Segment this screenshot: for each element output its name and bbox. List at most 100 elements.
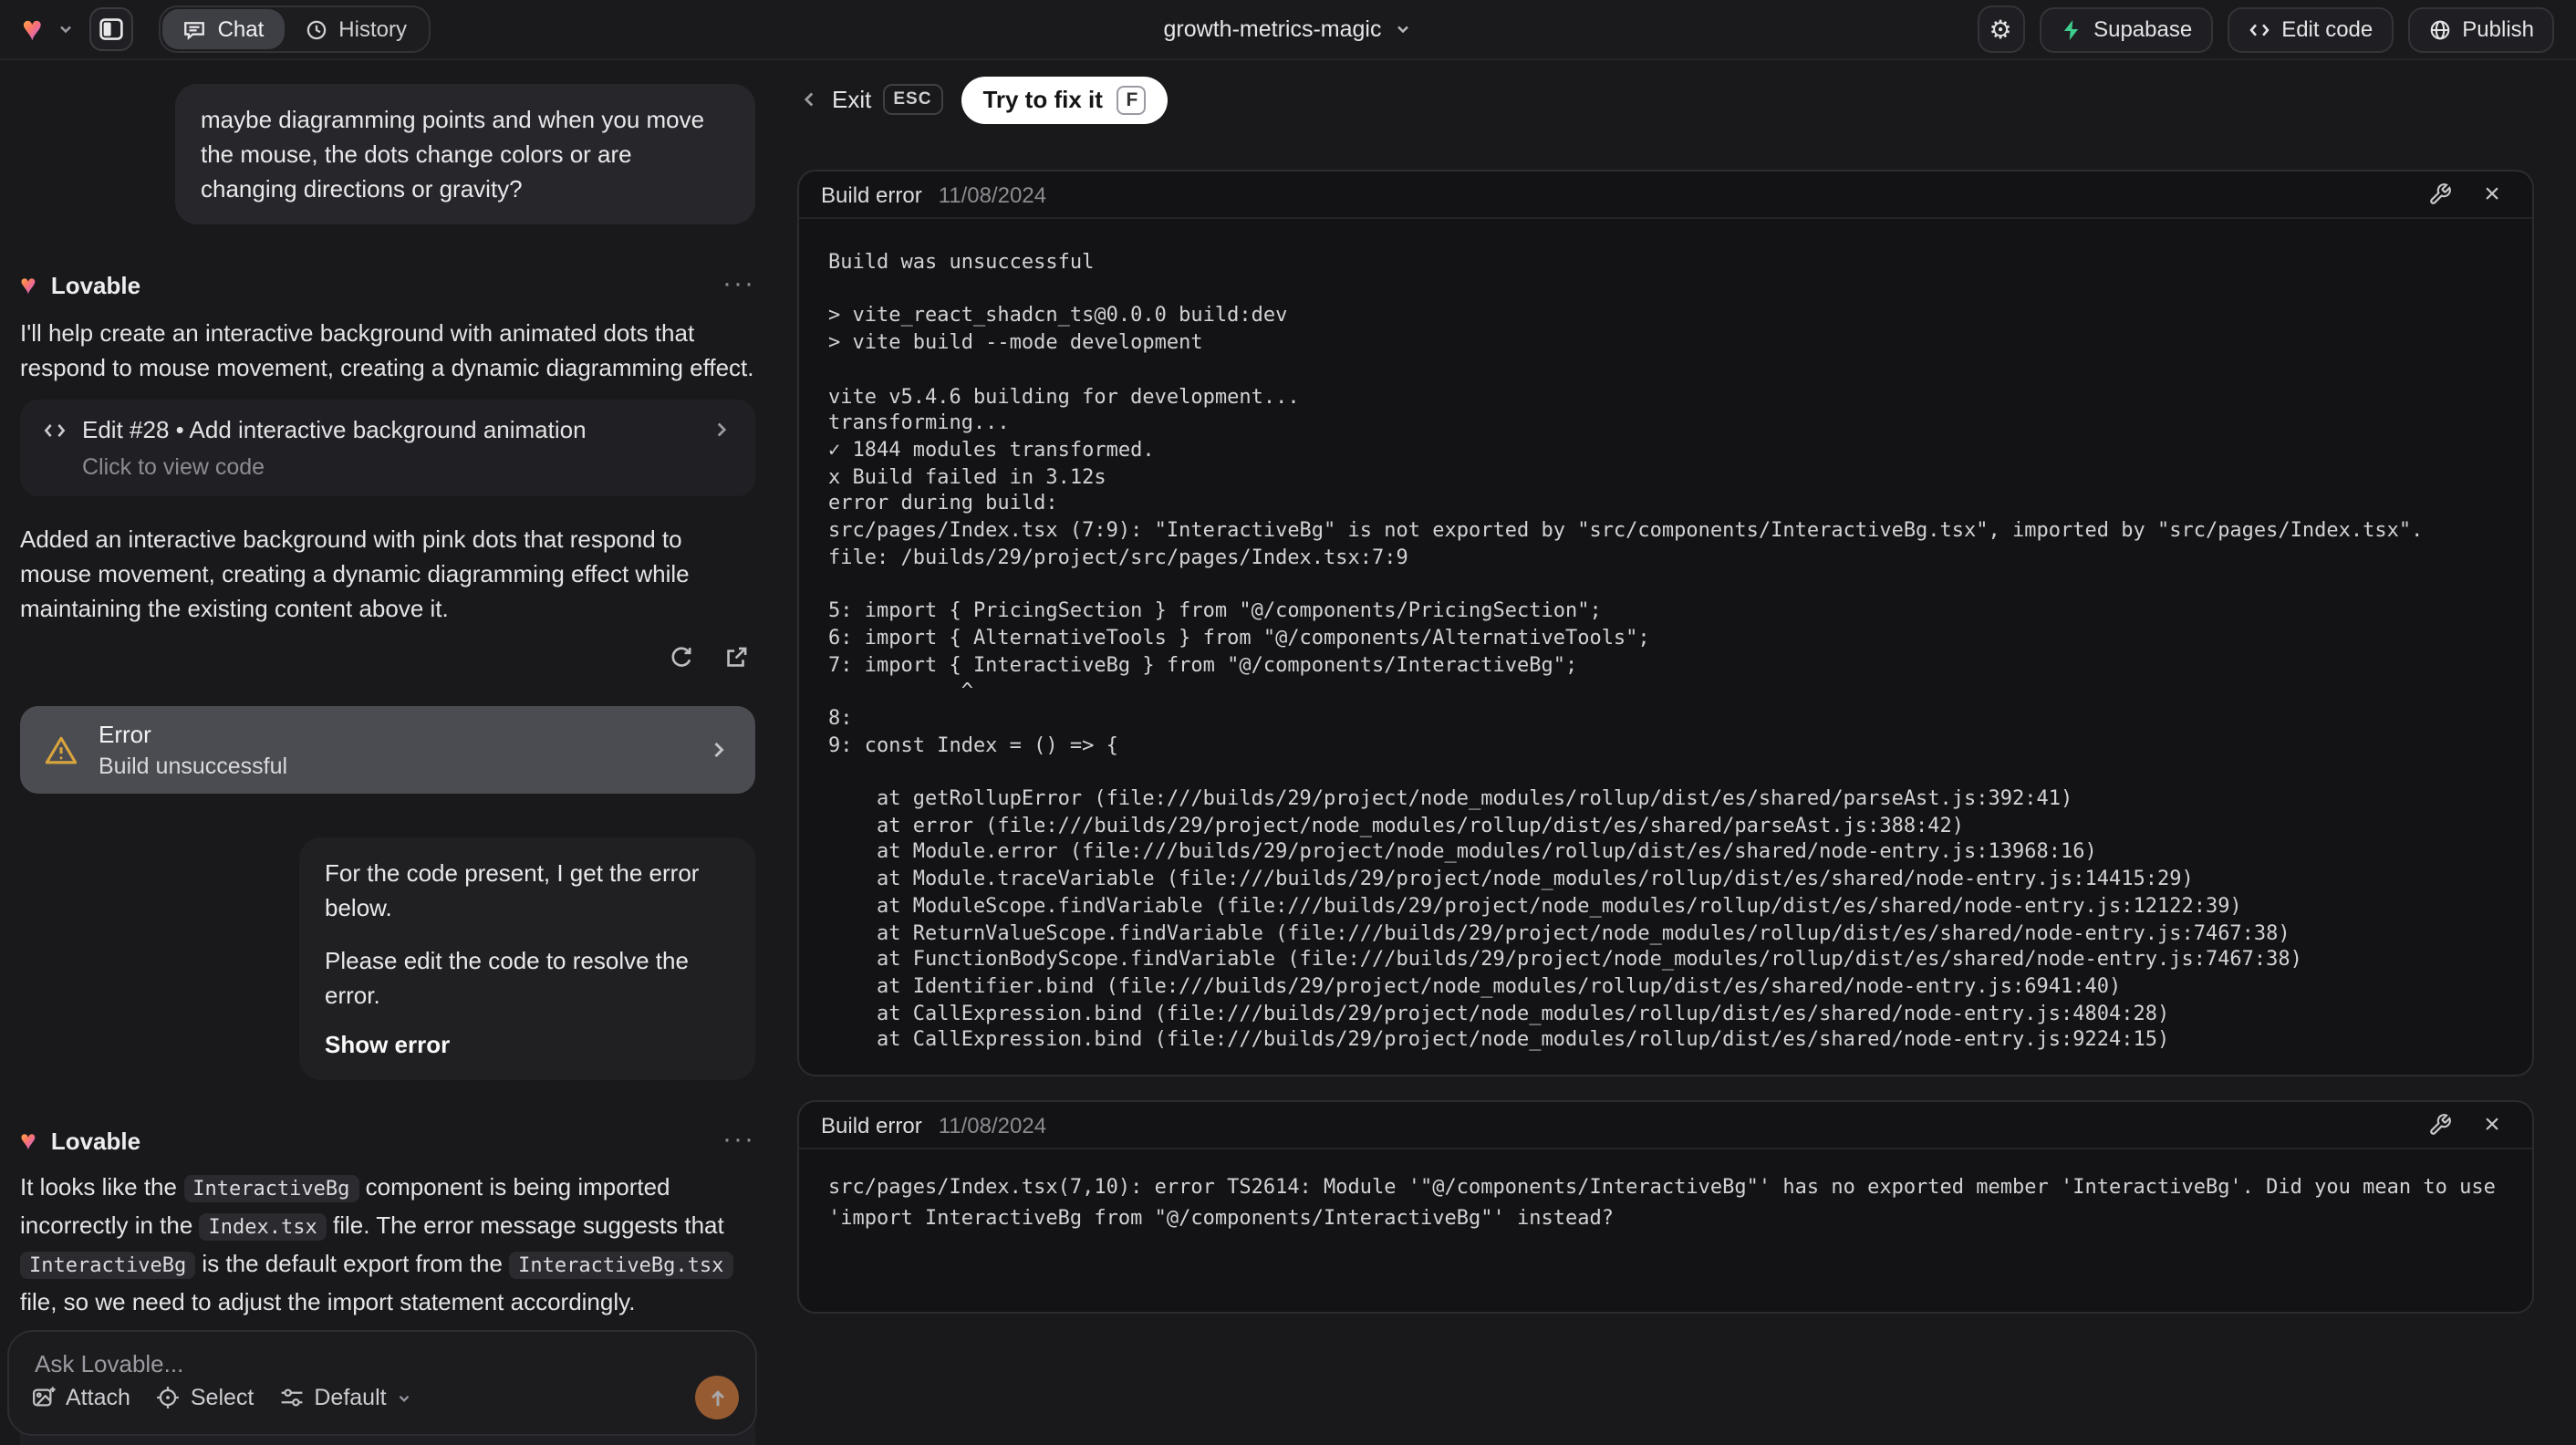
project-chevron-down-icon bbox=[1394, 20, 1412, 38]
app-window: ♥ Chat History growth-metrics-magic ⚙ Su… bbox=[0, 0, 2576, 1445]
assistant-name: Lovable bbox=[50, 1127, 141, 1154]
f-key-badge: F bbox=[1117, 85, 1147, 114]
project-switcher[interactable]: growth-metrics-magic bbox=[1164, 16, 1413, 42]
panel-title: Build error bbox=[821, 182, 922, 207]
history-clock-icon bbox=[304, 17, 327, 41]
chevron-down-icon bbox=[396, 1389, 412, 1406]
assistant-message-header: ♥ Lovable ··· bbox=[20, 266, 755, 303]
arrow-up-icon bbox=[705, 1386, 729, 1409]
input-toolbar: Attach Select Default bbox=[31, 1376, 739, 1419]
project-name: growth-metrics-magic bbox=[1163, 16, 1382, 42]
sidebar-toggle-icon bbox=[99, 16, 125, 42]
fix-with-ai-button[interactable] bbox=[2421, 1107, 2457, 1143]
lovable-avatar-icon: ♥ bbox=[20, 269, 36, 300]
exit-label: Exit bbox=[832, 86, 872, 113]
assistant-paragraph: It looks like the InteractiveBg componen… bbox=[20, 1170, 755, 1321]
supabase-button[interactable]: Supabase bbox=[2039, 6, 2213, 52]
inline-code: InteractiveBg bbox=[20, 1252, 196, 1279]
restore-version-button[interactable] bbox=[660, 637, 701, 677]
gear-icon: ⚙ bbox=[1989, 14, 2012, 43]
select-label: Select bbox=[190, 1385, 254, 1410]
external-link-icon bbox=[722, 643, 749, 671]
open-preview-button[interactable] bbox=[715, 637, 755, 677]
refresh-icon bbox=[667, 643, 694, 671]
code-brackets-icon bbox=[42, 417, 68, 442]
publish-label: Publish bbox=[2462, 16, 2534, 42]
view-switcher: Chat History bbox=[159, 5, 431, 53]
close-panel-button[interactable]: × bbox=[2474, 176, 2510, 213]
build-log: Build was unsuccessful > vite_react_shad… bbox=[828, 250, 2424, 1052]
inline-code: InteractiveBg.tsx bbox=[509, 1252, 733, 1279]
message-menu-button[interactable]: ··· bbox=[722, 1126, 755, 1153]
close-panel-button[interactable]: × bbox=[2474, 1107, 2510, 1143]
attach-button[interactable]: Attach bbox=[31, 1385, 130, 1410]
panel-date: 11/08/2024 bbox=[938, 182, 1047, 207]
top-bar: ♥ Chat History growth-metrics-magic ⚙ Su… bbox=[0, 0, 2576, 60]
code-brackets-icon bbox=[2247, 17, 2270, 41]
wrench-icon bbox=[2427, 1113, 2451, 1137]
model-label: Default bbox=[314, 1385, 387, 1410]
attach-image-icon bbox=[31, 1385, 57, 1410]
ask-lovable-input[interactable]: Ask Lovable... bbox=[35, 1350, 183, 1377]
user-message-1: maybe diagramming points and when you mo… bbox=[175, 84, 755, 224]
user-message-line: For the code present, I get the error be… bbox=[325, 859, 700, 921]
message-actions bbox=[20, 637, 755, 677]
assistant-paragraph: I'll help create an interactive backgrou… bbox=[20, 319, 754, 381]
chat-panel: maybe diagramming points and when you mo… bbox=[0, 60, 772, 1445]
exit-button[interactable]: Exit ESC bbox=[797, 84, 943, 115]
warning-triangle-icon bbox=[44, 733, 78, 767]
build-error-card[interactable]: Error Build unsuccessful bbox=[20, 706, 755, 794]
supabase-label: Supabase bbox=[2093, 16, 2193, 42]
message-menu-button[interactable]: ··· bbox=[722, 270, 755, 297]
assistant-message-header: ♥ Lovable ··· bbox=[20, 1122, 755, 1159]
crosshair-icon bbox=[156, 1385, 182, 1410]
assistant-name: Lovable bbox=[50, 271, 141, 298]
try-to-fix-button[interactable]: Try to fix it F bbox=[961, 76, 1169, 123]
lovable-logo[interactable]: ♥ bbox=[22, 12, 43, 47]
edit-card-subtitle: Click to view code bbox=[82, 454, 265, 480]
chevron-right-icon bbox=[706, 737, 732, 763]
user-message-2: For the code present, I get the error be… bbox=[299, 837, 755, 1080]
chat-input-card: Ask Lovable... Attach Select Default bbox=[7, 1330, 757, 1436]
tab-chat-label: Chat bbox=[217, 16, 265, 42]
workspace-chevron-down-icon[interactable] bbox=[57, 20, 76, 38]
publish-button[interactable]: Publish bbox=[2407, 6, 2554, 52]
build-error-panel-1: Build error 11/08/2024 × Build was unsuc… bbox=[797, 170, 2534, 1076]
tab-history-label: History bbox=[338, 16, 407, 42]
build-error-message: src/pages/Index.tsx(7,10): error TS2614:… bbox=[828, 1175, 2508, 1229]
sidebar-toggle-button[interactable] bbox=[89, 7, 134, 51]
send-button[interactable] bbox=[695, 1376, 739, 1419]
esc-key-badge: ESC bbox=[882, 84, 943, 115]
tab-history[interactable]: History bbox=[284, 9, 427, 49]
close-icon: × bbox=[2484, 179, 2500, 210]
chevron-left-icon bbox=[797, 88, 821, 111]
chevron-right-icon bbox=[710, 418, 733, 442]
lovable-avatar-icon: ♥ bbox=[20, 1125, 36, 1156]
edit-code-button[interactable]: Edit code bbox=[2227, 6, 2394, 52]
assistant-paragraph: Added an interactive background with pin… bbox=[20, 525, 690, 622]
inline-code: Index.tsx bbox=[199, 1213, 327, 1241]
tab-chat[interactable]: Chat bbox=[162, 9, 285, 49]
supabase-bolt-icon bbox=[2059, 17, 2083, 41]
edit-code-label: Edit code bbox=[2281, 16, 2373, 42]
fix-with-ai-button[interactable] bbox=[2421, 176, 2457, 213]
attach-label: Attach bbox=[66, 1385, 130, 1410]
build-error-panel-header: Build error 11/08/2024 × bbox=[799, 1102, 2532, 1149]
wrench-icon bbox=[2427, 182, 2451, 206]
error-card-title: Error bbox=[99, 721, 151, 748]
model-selector[interactable]: Default bbox=[279, 1385, 411, 1410]
panel-title: Build error bbox=[821, 1112, 922, 1138]
error-card-subtitle: Build unsuccessful bbox=[99, 754, 288, 779]
panel-date: 11/08/2024 bbox=[938, 1112, 1047, 1138]
user-message-line: Please edit the code to resolve the erro… bbox=[325, 947, 689, 1009]
close-icon: × bbox=[2484, 1109, 2500, 1140]
error-overlay: Exit ESC Try to fix it F Build error 11/… bbox=[774, 60, 2576, 1445]
globe-icon bbox=[2427, 17, 2451, 41]
show-error-link[interactable]: Show error bbox=[325, 1027, 730, 1062]
try-to-fix-label: Try to fix it bbox=[982, 86, 1103, 113]
build-error-panel-header: Build error 11/08/2024 × bbox=[799, 172, 2532, 219]
select-element-button[interactable]: Select bbox=[156, 1385, 254, 1410]
settings-button[interactable]: ⚙ bbox=[1977, 5, 2025, 53]
edit-card-28[interactable]: Edit #28 • Add interactive background an… bbox=[20, 400, 755, 496]
chat-bubble-icon bbox=[183, 17, 207, 41]
